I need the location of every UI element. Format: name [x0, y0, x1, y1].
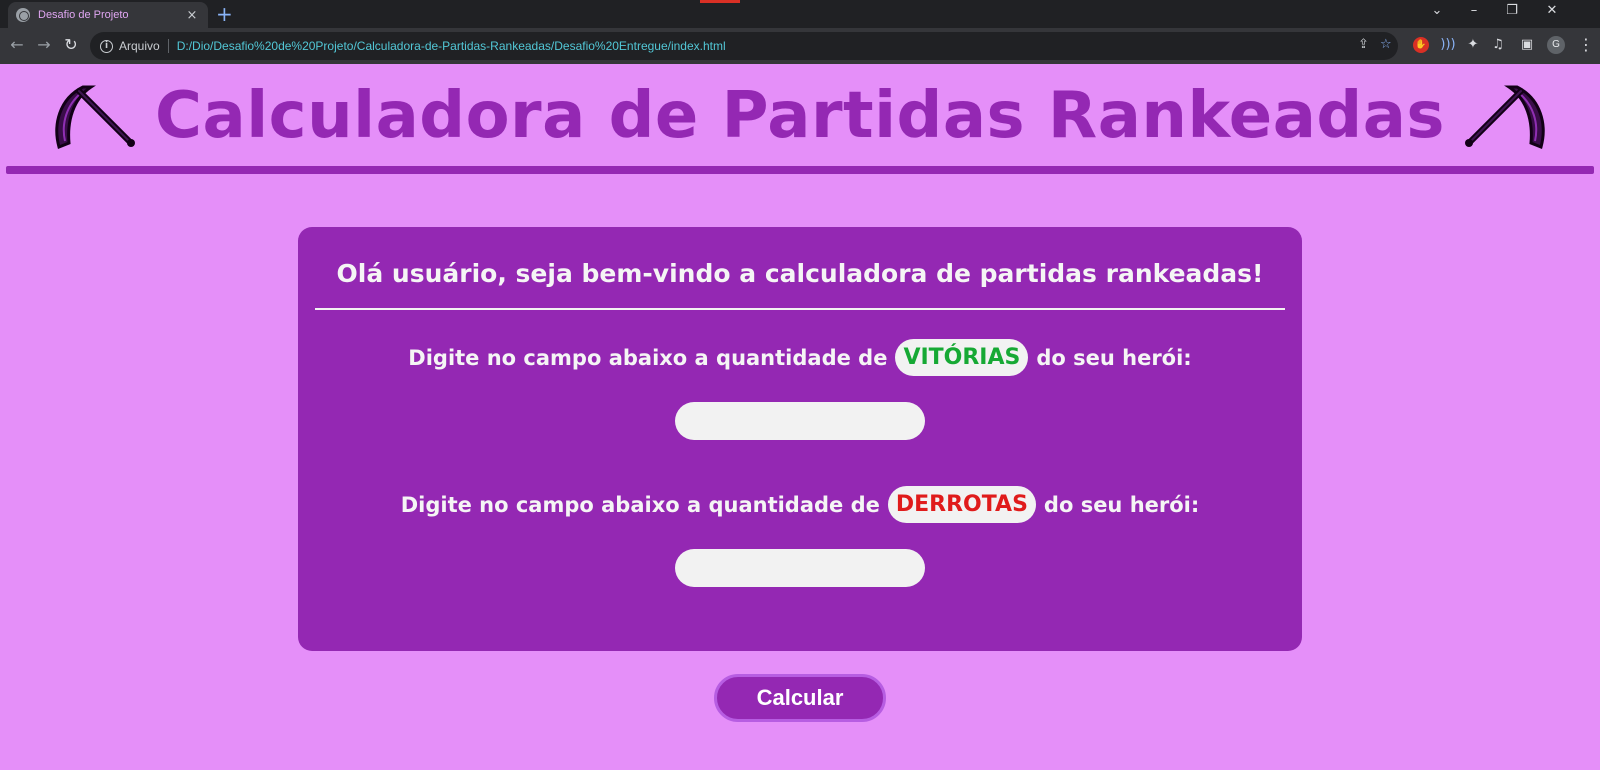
browser-toolbar: ← → ↻ i Arquivo D:/Dio/Desafio%20de%20Pr… — [0, 28, 1600, 64]
reload-icon[interactable]: ↻ — [60, 35, 82, 54]
media-icon[interactable]: ♫ — [1490, 37, 1506, 53]
share-icon[interactable]: ⇪ — [1358, 37, 1369, 52]
page-content: Calculadora de Partidas Rankeadas Olá us… — [0, 64, 1600, 770]
scythe-left-icon — [55, 85, 136, 150]
losses-prompt: Digite no campo abaixo a quantidade de D… — [298, 486, 1302, 523]
menu-icon[interactable]: ⋮ — [1578, 35, 1594, 54]
scheme-label: Arquivo — [119, 39, 169, 53]
address-bar[interactable]: i Arquivo D:/Dio/Desafio%20de%20Projeto/… — [90, 32, 1398, 60]
extension-adblock-icon[interactable]: ✋ — [1413, 37, 1429, 53]
browser-tab[interactable]: Desafio de Projeto × — [8, 2, 208, 28]
browser-tab-bar: Desafio de Projeto × + ⌄ – ❐ ✕ — [0, 0, 1600, 28]
extension-wave-icon[interactable]: ))) — [1440, 37, 1456, 53]
losses-prompt-after: do seu herói: — [1043, 492, 1200, 517]
losses-keyword-badge: DERROTAS — [887, 486, 1036, 523]
minimize-icon[interactable]: – — [1462, 3, 1486, 18]
restore-icon[interactable]: ❐ — [1500, 3, 1524, 18]
side-panel-icon[interactable]: ▣ — [1519, 37, 1535, 53]
wins-prompt-before: Digite no campo abaixo a quantidade de — [408, 345, 888, 370]
globe-icon — [16, 8, 30, 22]
forward-icon[interactable]: → — [33, 35, 55, 54]
url-text[interactable]: D:/Dio/Desafio%20de%20Projeto/Calculador… — [177, 39, 726, 53]
close-window-icon[interactable]: ✕ — [1540, 3, 1564, 18]
tab-search-icon[interactable]: ⌄ — [1425, 3, 1449, 18]
header-divider — [6, 166, 1594, 174]
info-icon[interactable]: i — [100, 39, 113, 53]
tab-close-icon[interactable]: × — [184, 8, 200, 23]
tab-title: Desafio de Projeto — [38, 9, 129, 21]
card-divider — [315, 308, 1285, 310]
calculator-card: Olá usuário, seja bem-vindo a calculador… — [298, 227, 1302, 651]
losses-input[interactable] — [675, 549, 925, 587]
wins-keyword-badge: VITÓRIAS — [895, 339, 1029, 376]
losses-prompt-before: Digite no campo abaixo a quantidade de — [400, 492, 880, 517]
extensions-icon[interactable]: ✦ — [1465, 37, 1481, 53]
bookmark-star-icon[interactable]: ☆ — [1380, 37, 1392, 52]
recording-indicator — [700, 0, 740, 3]
page-title: Calculadora de Partidas Rankeadas — [155, 79, 1445, 153]
profile-avatar[interactable]: G — [1547, 36, 1565, 54]
scythe-right-icon — [1464, 85, 1545, 150]
wins-prompt-after: do seu herói: — [1036, 345, 1192, 370]
new-tab-button[interactable]: + — [216, 3, 233, 25]
page-header: Calculadora de Partidas Rankeadas — [0, 64, 1600, 168]
welcome-message: Olá usuário, seja bem-vindo a calculador… — [336, 259, 1264, 288]
back-icon[interactable]: ← — [6, 35, 28, 54]
wins-input[interactable] — [675, 402, 925, 440]
wins-prompt: Digite no campo abaixo a quantidade de V… — [298, 339, 1302, 376]
calculate-button[interactable]: Calcular — [714, 674, 886, 722]
